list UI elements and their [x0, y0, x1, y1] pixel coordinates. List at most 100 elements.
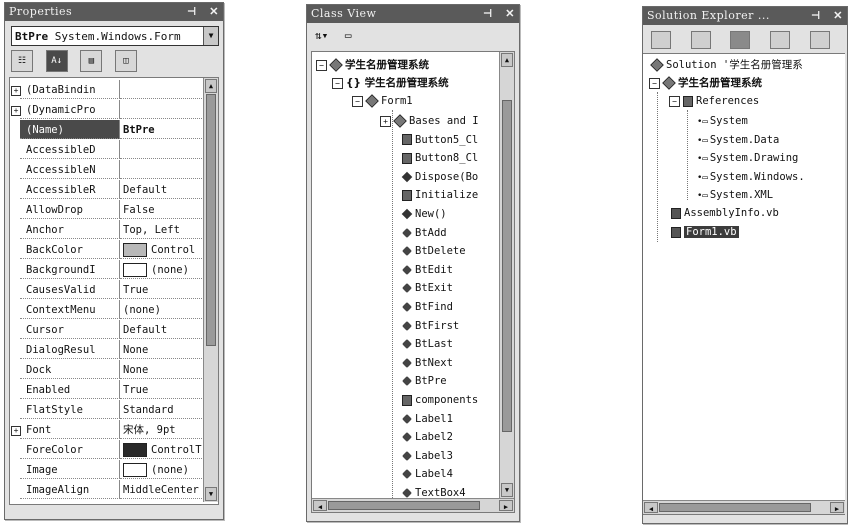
collapse-icon[interactable]: − [332, 77, 343, 89]
tree-member[interactable]: Initialize [402, 186, 478, 204]
tree-member[interactable]: Label2 [402, 428, 453, 446]
view-code-icon[interactable] [651, 31, 671, 49]
property-value[interactable] [120, 100, 210, 119]
pin-icon[interactable]: ⊣ [187, 5, 197, 18]
collapse-icon[interactable]: − [352, 95, 363, 107]
solution-hscrollbar[interactable]: ◀ ▶ [643, 500, 845, 514]
tree-member[interactable]: BtLast [402, 335, 453, 353]
tree-member[interactable]: Label1 [402, 410, 453, 428]
class-view-hscrollbar[interactable]: ◀ ▶ [312, 498, 514, 512]
property-row[interactable]: Enabled True [20, 380, 210, 400]
property-row[interactable]: + Font 宋体, 9pt [11, 420, 210, 440]
property-grid-scrollbar[interactable]: ▲ ▼ [203, 78, 218, 502]
tree-member[interactable]: BtAdd [402, 224, 447, 242]
references-node[interactable]: − References [669, 92, 759, 110]
property-row[interactable]: + (DataBindin [11, 80, 210, 100]
tree-namespace[interactable]: −{} 学生名册管理系统 [332, 74, 449, 92]
tree-member[interactable]: + Bases and I [380, 112, 479, 130]
events-icon[interactable]: ◫ [114, 50, 137, 72]
property-value[interactable]: (none) [120, 460, 210, 479]
scroll-up-icon[interactable]: ▲ [205, 79, 217, 93]
refresh-icon[interactable] [730, 31, 751, 49]
sort-icon[interactable]: ⇅▾ [315, 29, 328, 42]
property-row[interactable]: BackColor Control [20, 240, 210, 260]
tree-member[interactable]: BtNext [402, 354, 453, 372]
hscroll-thumb[interactable] [659, 503, 811, 512]
scroll-up-icon[interactable]: ▲ [501, 53, 513, 67]
project-node[interactable]: − 学生名册管理系统 [649, 74, 762, 92]
collapse-icon[interactable]: − [316, 59, 327, 71]
property-value[interactable]: None [120, 340, 210, 359]
reference-item[interactable]: •▭ System.Drawing [697, 149, 798, 167]
class-view-scrollbar[interactable]: ▲ ▼ [499, 52, 514, 498]
tree-member[interactable]: BtDelete [402, 242, 466, 260]
property-value[interactable]: None [120, 360, 210, 379]
property-value[interactable] [120, 160, 210, 179]
close-icon[interactable]: ✕ [209, 5, 219, 18]
scroll-thumb[interactable] [502, 100, 512, 432]
tree-member[interactable]: BtFirst [402, 317, 459, 335]
property-value[interactable]: True [120, 380, 210, 399]
tree-member[interactable]: components [402, 391, 478, 409]
property-value[interactable]: False [120, 200, 210, 219]
scroll-thumb[interactable] [206, 94, 216, 346]
property-row[interactable]: ImageAlign MiddleCenter [20, 480, 210, 500]
property-row[interactable]: DialogResul None [20, 340, 210, 360]
collapse-icon[interactable]: − [649, 77, 660, 89]
tree-member[interactable]: BtPre [402, 372, 447, 390]
reference-item[interactable]: •▭ System.Data [697, 131, 779, 149]
property-row[interactable]: AccessibleR Default [20, 180, 210, 200]
tree-member[interactable]: BtExit [402, 279, 453, 297]
pin-icon[interactable]: ⊣ [811, 9, 821, 22]
tree-member[interactable]: BtEdit [402, 261, 453, 279]
scroll-left-icon[interactable]: ◀ [644, 502, 658, 513]
collapse-icon[interactable]: − [669, 95, 680, 107]
show-all-files-icon[interactable] [769, 31, 790, 49]
property-row[interactable]: ForeColor ControlT [20, 440, 210, 460]
hscroll-thumb[interactable] [328, 501, 480, 510]
alphabetic-icon[interactable]: A↓ [45, 50, 68, 72]
property-value[interactable]: ControlT [120, 440, 210, 459]
property-value[interactable]: 宋体, 9pt [120, 420, 210, 439]
expand-icon[interactable]: + [380, 115, 391, 127]
property-row[interactable]: ContextMenu (none) [20, 300, 210, 320]
reference-item[interactable]: •▭ System [697, 112, 748, 130]
categorized-icon[interactable]: ☷ [11, 50, 33, 72]
property-row[interactable]: AllowDrop False [20, 200, 210, 220]
property-row[interactable]: (Name) BtPre [20, 120, 210, 140]
close-icon[interactable]: ✕ [505, 7, 515, 20]
tree-member[interactable]: Button5_Cl [402, 131, 478, 149]
tree-member[interactable]: New() [401, 205, 447, 223]
tree-member[interactable]: Button8_Cl [402, 149, 478, 167]
reference-item[interactable]: •▭ System.Windows. [697, 168, 805, 186]
tree-member[interactable]: Dispose(Bo [401, 168, 478, 186]
view-designer-icon[interactable] [690, 31, 711, 49]
property-value[interactable]: Top, Left [120, 220, 210, 239]
property-row[interactable]: FlatStyle Standard [20, 400, 210, 420]
chevron-down-icon[interactable]: ▼ [203, 27, 218, 45]
property-row[interactable]: Image (none) [20, 460, 210, 480]
new-folder-icon[interactable]: ▭ [345, 29, 352, 42]
tree-root[interactable]: − 学生名册管理系统 [316, 56, 429, 74]
property-value[interactable]: Default [120, 320, 210, 339]
property-value[interactable]: (none) [120, 260, 210, 279]
property-row[interactable]: Dock None [20, 360, 210, 380]
tree-member[interactable]: Label4 [402, 465, 453, 483]
properties-icon[interactable] [809, 31, 830, 49]
close-icon[interactable]: ✕ [833, 9, 843, 22]
reference-item[interactable]: •▭ System.XML [697, 186, 773, 204]
property-row[interactable]: AccessibleD [20, 140, 210, 160]
property-row[interactable]: CausesValid True [20, 280, 210, 300]
file-item[interactable]: Form1.vb [671, 223, 739, 241]
property-row[interactable]: + (DynamicPro [11, 100, 210, 120]
tree-form[interactable]: − Form1 [352, 92, 413, 110]
property-value[interactable]: Control [120, 240, 210, 259]
property-value[interactable]: True [120, 280, 210, 299]
file-item[interactable]: AssemblyInfo.vb [671, 204, 779, 222]
property-row[interactable]: Cursor Default [20, 320, 210, 340]
property-value[interactable]: BtPre [120, 120, 210, 139]
property-value[interactable] [120, 80, 210, 99]
property-row[interactable]: BackgroundI (none) [20, 260, 210, 280]
tree-member[interactable]: Label3 [402, 447, 453, 465]
property-value[interactable]: Default [120, 180, 210, 199]
